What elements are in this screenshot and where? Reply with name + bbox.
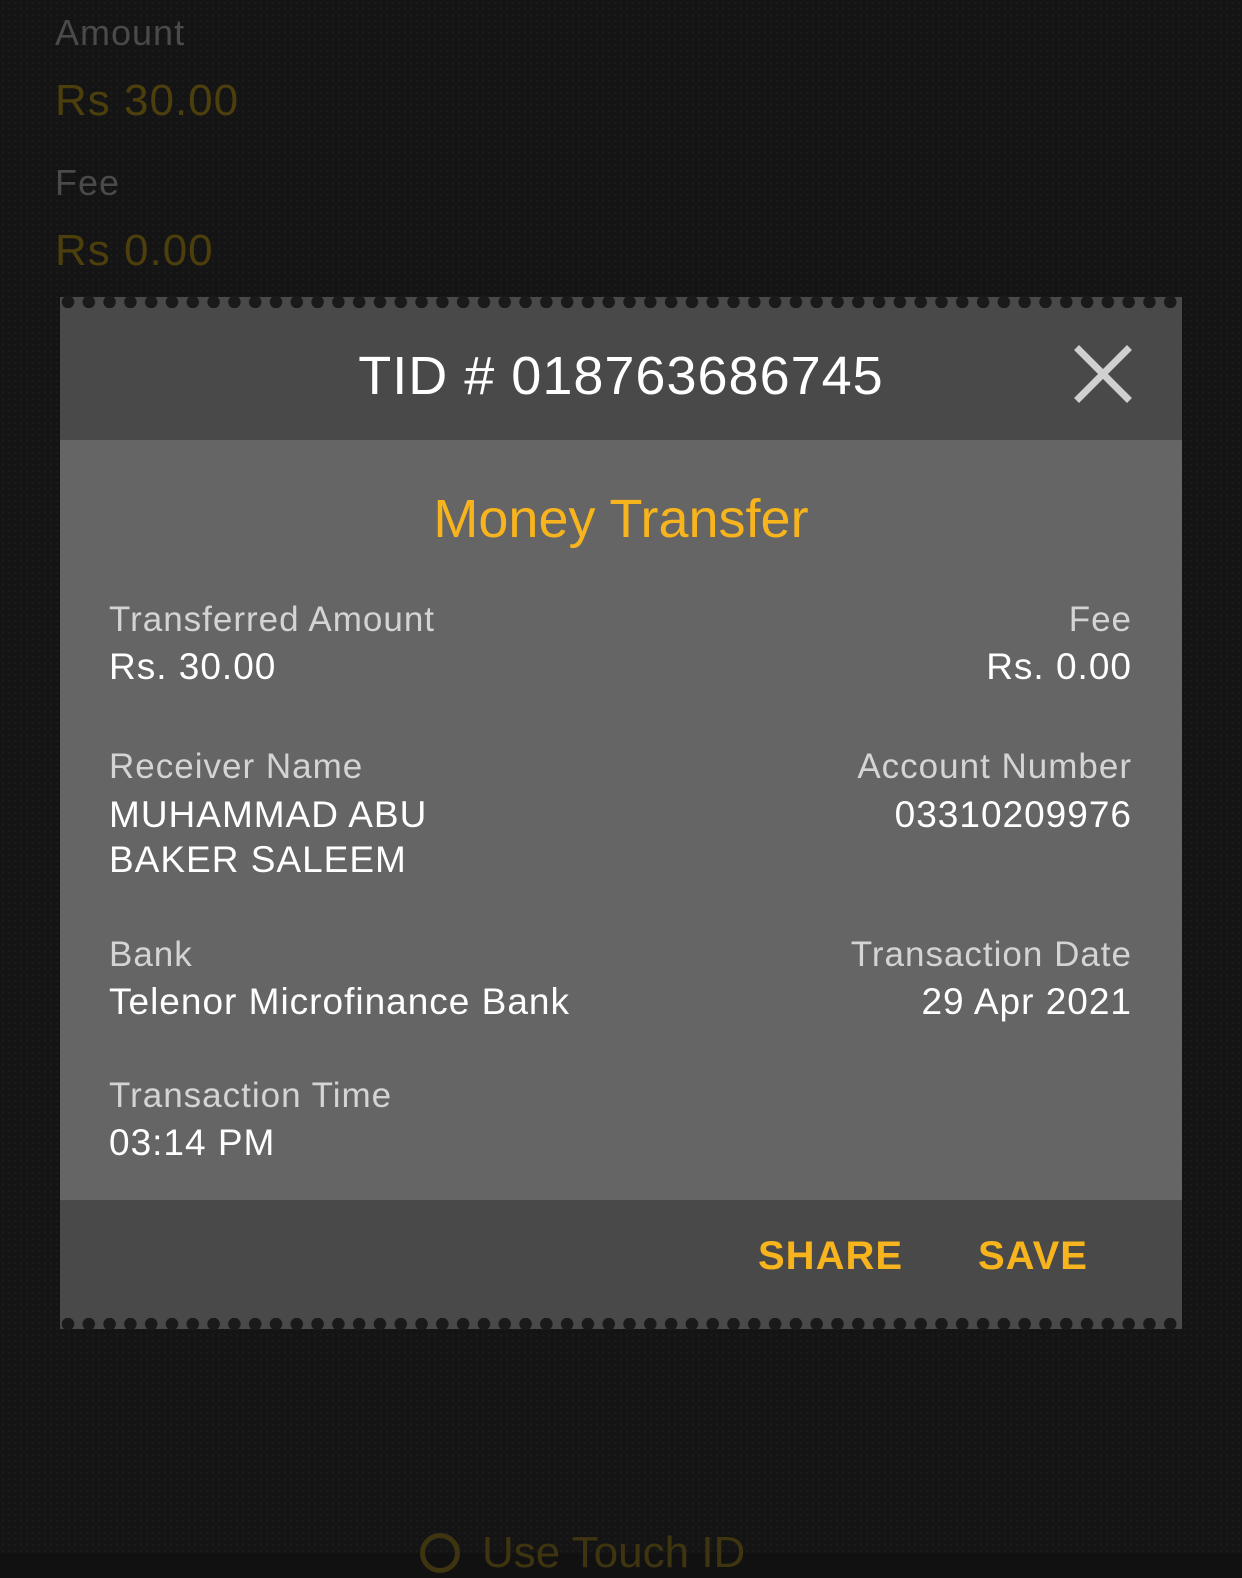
transaction-time-value: 03:14 PM	[109, 1122, 276, 1163]
fee-label: Fee	[1068, 600, 1132, 639]
close-button[interactable]	[1073, 344, 1133, 404]
account-number-label: Account Number	[857, 747, 1132, 786]
background-fee-label: Fee	[55, 162, 121, 203]
background-touch-id-label: Use Touch ID	[482, 1528, 746, 1577]
account-number-value: 03310209976	[894, 794, 1132, 835]
perforated-edge-bottom	[60, 1318, 1182, 1330]
fee-value: Rs. 0.00	[986, 646, 1132, 687]
receipt-body: Money Transfer Transferred Amount Rs. 30…	[60, 440, 1182, 1200]
transferred-amount-label: Transferred Amount	[109, 600, 436, 639]
transaction-date-label: Transaction Date	[850, 935, 1132, 974]
transferred-amount-value: Rs. 30.00	[109, 646, 277, 687]
receiver-name-line2: BAKER SALEEM	[109, 839, 407, 880]
receipt-header: TID # 018763686745	[60, 297, 1182, 440]
perforated-edge-top	[60, 296, 1182, 308]
transaction-time-label: Transaction Time	[109, 1076, 393, 1115]
receipt-footer: SHARE SAVE	[60, 1200, 1182, 1329]
background-amount-label: Amount	[55, 12, 186, 53]
receiver-name-line1: MUHAMMAD ABU	[109, 794, 428, 835]
fingerprint-icon	[420, 1533, 460, 1573]
transaction-date-value: 29 Apr 2021	[921, 981, 1132, 1022]
receipt-title: Money Transfer	[433, 489, 809, 549]
transaction-receipt-dialog: TID # 018763686745 Money Transfer Transf…	[60, 296, 1182, 1330]
bank-label: Bank	[109, 935, 193, 974]
background-fee-value: Rs 0.00	[55, 226, 214, 275]
share-button[interactable]: SHARE	[758, 1234, 903, 1279]
background-touch-id-row: Use Touch ID	[420, 1528, 745, 1578]
background-amount-value: Rs 30.00	[55, 76, 240, 125]
receiver-name-label: Receiver Name	[109, 747, 364, 786]
save-button[interactable]: SAVE	[978, 1234, 1088, 1279]
bank-value: Telenor Microfinance Bank	[109, 981, 570, 1022]
transaction-id-title: TID # 018763686745	[358, 346, 884, 406]
close-icon	[1074, 345, 1132, 403]
